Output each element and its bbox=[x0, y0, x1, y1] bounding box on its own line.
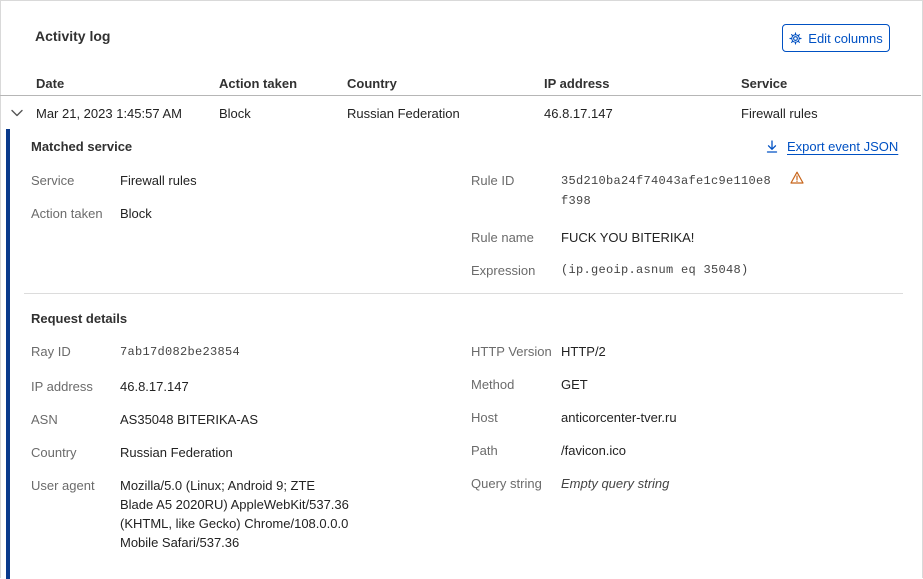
rule-name-label: Rule name bbox=[471, 230, 534, 245]
http-version-label: HTTP Version bbox=[471, 344, 552, 359]
rule-id-value-line1: 35d210ba24f74043afe1c9e110e8 bbox=[561, 174, 772, 188]
matched-service-title: Matched service bbox=[31, 139, 133, 154]
row-ip: 46.8.17.147 bbox=[544, 106, 613, 121]
column-header-country[interactable]: Country bbox=[347, 76, 397, 91]
host-value: anticorcenter-tver.ru bbox=[561, 410, 677, 425]
ray-id-value: 7ab17d082be23854 bbox=[120, 345, 241, 359]
method-label: Method bbox=[471, 377, 515, 392]
http-version-value: HTTP/2 bbox=[561, 344, 606, 359]
export-event-json-link[interactable]: Export event JSON bbox=[766, 139, 898, 154]
gear-icon bbox=[789, 31, 802, 45]
country-label: Country bbox=[31, 445, 77, 460]
column-header-ip[interactable]: IP address bbox=[544, 76, 610, 91]
rule-id-value-line2: f398 bbox=[561, 194, 592, 208]
query-string-value: Empty query string bbox=[561, 476, 670, 491]
user-agent-line-3: (KHTML, like Gecko) Chrome/108.0.0.0 bbox=[120, 516, 349, 531]
download-icon bbox=[766, 140, 778, 153]
row-date: Mar 21, 2023 1:45:57 AM bbox=[36, 106, 182, 121]
ray-id-label: Ray ID bbox=[31, 344, 71, 359]
expression-label: Expression bbox=[471, 263, 536, 278]
ip-address-value: 46.8.17.147 bbox=[120, 379, 189, 394]
warning-icon bbox=[790, 171, 804, 184]
user-agent-line-1: Mozilla/5.0 (Linux; Android 9; ZTE bbox=[120, 478, 316, 493]
expression-value: (ip.geoip.asnum eq 35048) bbox=[561, 263, 749, 277]
section-divider bbox=[24, 293, 903, 294]
row-action: Block bbox=[219, 106, 251, 121]
rule-name-value: FUCK YOU BITERIKA! bbox=[561, 230, 695, 245]
service-label: Service bbox=[31, 173, 75, 188]
method-value: GET bbox=[561, 377, 588, 392]
action-taken-label: Action taken bbox=[31, 206, 103, 221]
action-taken-value: Block bbox=[120, 206, 152, 221]
column-header-service[interactable]: Service bbox=[741, 76, 787, 91]
expanded-row-indicator bbox=[6, 129, 10, 579]
header-divider bbox=[0, 95, 921, 96]
chevron-down-icon[interactable] bbox=[10, 106, 24, 120]
host-label: Host bbox=[471, 410, 498, 425]
country-value: Russian Federation bbox=[120, 445, 233, 460]
row-country: Russian Federation bbox=[347, 106, 460, 121]
column-header-action[interactable]: Action taken bbox=[219, 76, 297, 91]
export-label: Export event JSON bbox=[787, 139, 899, 154]
edit-columns-button[interactable]: Edit columns bbox=[782, 24, 890, 52]
rule-id-label: Rule ID bbox=[471, 173, 515, 188]
ip-address-label: IP address bbox=[31, 379, 93, 394]
panel-title: Activity log bbox=[35, 28, 111, 44]
user-agent-label: User agent bbox=[31, 478, 95, 493]
query-string-label: Query string bbox=[471, 476, 542, 491]
column-header-date[interactable]: Date bbox=[36, 76, 64, 91]
asn-value: AS35048 BITERIKA-AS bbox=[120, 412, 259, 427]
asn-label: ASN bbox=[31, 412, 58, 427]
edit-columns-label: Edit columns bbox=[808, 30, 883, 46]
path-label: Path bbox=[471, 443, 498, 458]
user-agent-line-2: Blade A5 2020RU) AppleWebKit/537.36 bbox=[120, 497, 349, 512]
request-details-title: Request details bbox=[31, 311, 128, 326]
path-value: /favicon.ico bbox=[561, 443, 627, 458]
service-value: Firewall rules bbox=[120, 173, 197, 188]
user-agent-line-4: Mobile Safari/537.36 bbox=[120, 535, 240, 550]
row-service: Firewall rules bbox=[741, 106, 818, 121]
